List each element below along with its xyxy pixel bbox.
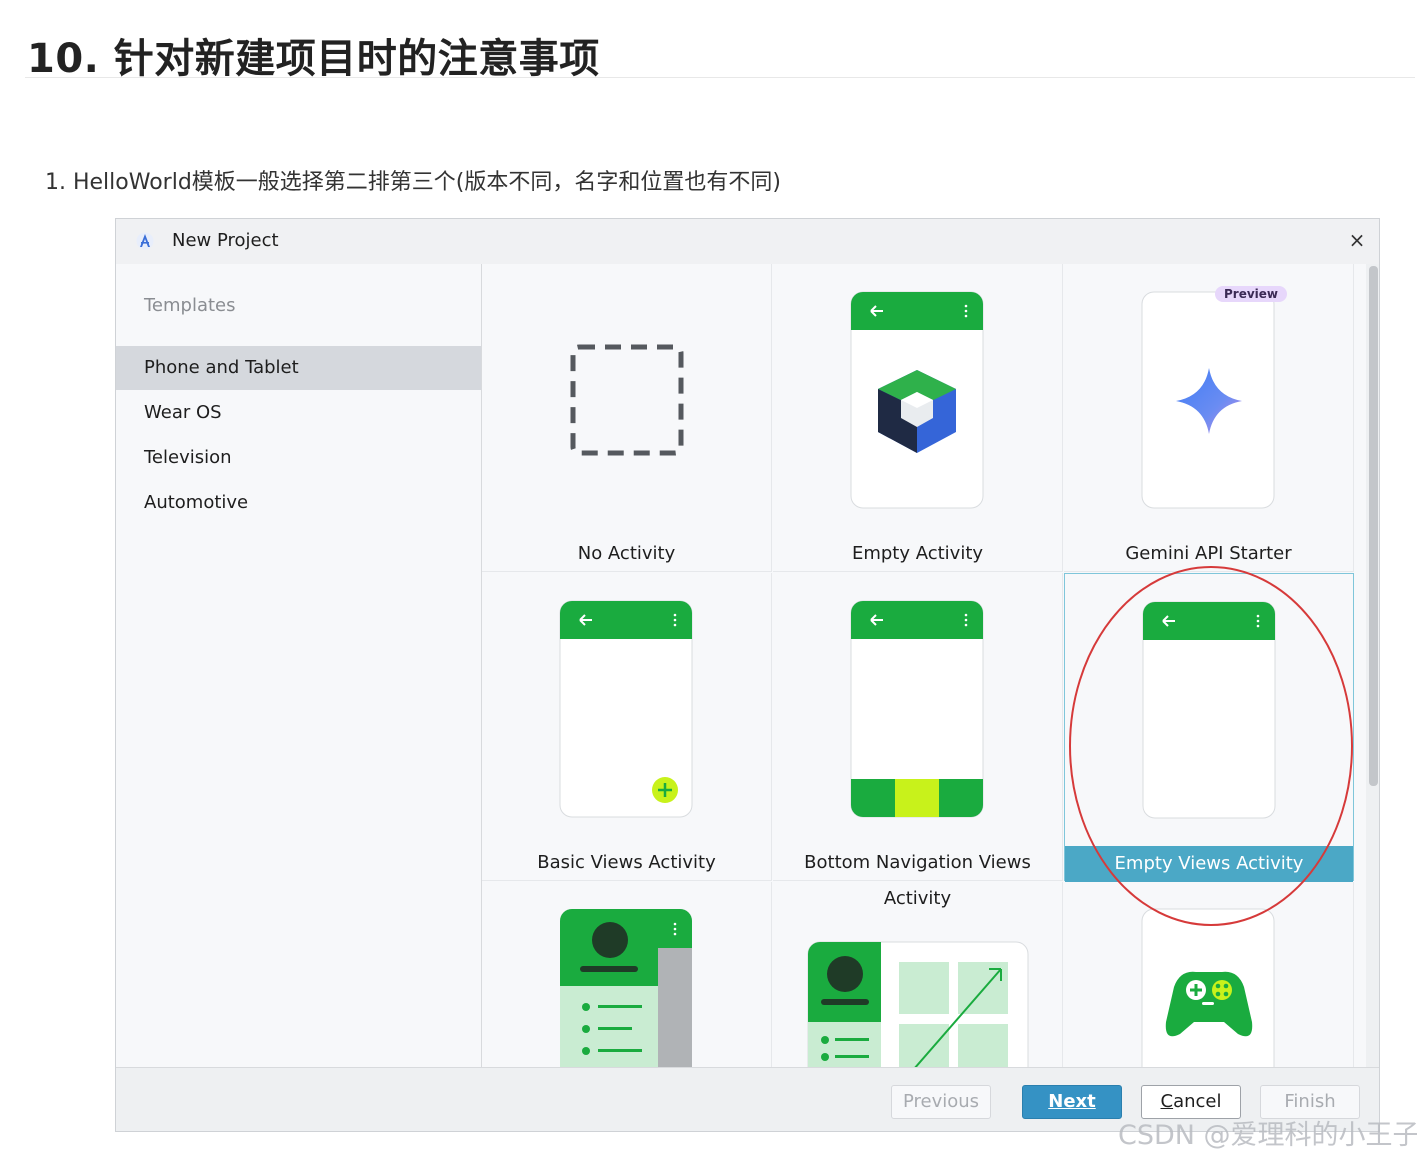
new-project-dialog: New Project × Templates Phone and Tablet… xyxy=(115,218,1380,1132)
template-responsive-views[interactable] xyxy=(773,882,1063,1067)
template-category-sidebar: Templates Phone and Tablet Wear OS Telev… xyxy=(116,264,482,1067)
phone-blank-icon xyxy=(1142,601,1276,819)
grid-scrollbar[interactable] xyxy=(1366,264,1379,1067)
cancel-label: ancel xyxy=(1173,1091,1222,1112)
template-no-activity[interactable]: No Activity xyxy=(482,264,772,572)
template-empty-views-activity[interactable]: Empty Views Activity xyxy=(1064,573,1354,882)
template-label: Empty Activity xyxy=(851,543,984,564)
sidebar-item-phone-and-tablet[interactable]: Phone and Tablet xyxy=(116,346,481,390)
article-heading: 10. 针对新建项目时的注意事项 xyxy=(27,36,600,82)
scrollbar-thumb[interactable] xyxy=(1369,266,1378,786)
master-detail-icon xyxy=(560,909,692,1067)
next-button[interactable]: Next xyxy=(1022,1085,1122,1119)
close-icon[interactable]: × xyxy=(1345,228,1369,252)
template-gemini-api-starter[interactable]: Preview Gemini API Starter xyxy=(1064,264,1354,572)
dashed-square-icon xyxy=(570,344,684,456)
preview-badge: Preview xyxy=(1215,286,1288,302)
dialog-titlebar: New Project × xyxy=(116,219,1379,265)
compose-cube-icon xyxy=(850,291,984,509)
previous-button[interactable]: Previous xyxy=(891,1085,991,1119)
clipped-text-line xyxy=(115,209,815,217)
template-label: Gemini API Starter xyxy=(1125,543,1292,564)
template-bottom-navigation-views-activity[interactable]: Bottom Navigation Views Activity xyxy=(773,573,1063,909)
heading-divider xyxy=(25,77,1415,78)
phone-bottom-nav-icon xyxy=(850,600,984,818)
sidebar-item-television[interactable]: Television xyxy=(116,436,481,480)
template-master-detail[interactable] xyxy=(482,882,772,1067)
template-empty-activity[interactable]: Empty Activity xyxy=(773,264,1063,572)
sidebar-header: Templates xyxy=(144,295,236,316)
android-studio-icon xyxy=(136,232,154,250)
sidebar-item-wear-os[interactable]: Wear OS xyxy=(116,391,481,435)
sidebar-item-automotive[interactable]: Automotive xyxy=(116,481,481,525)
game-controller-icon xyxy=(1141,908,1275,1067)
template-label: Empty Views Activity xyxy=(1065,846,1353,882)
phone-fab-icon xyxy=(559,600,693,818)
instruction-list-item: 1. HelloWorld模板一般选择第二排第三个(版本不同，名字和位置也有不同… xyxy=(45,170,781,195)
responsive-grid-icon xyxy=(807,941,1029,1067)
template-basic-views-activity[interactable]: Basic Views Activity xyxy=(482,573,772,881)
template-game-activity[interactable] xyxy=(1064,882,1354,1067)
gemini-sparkle-icon xyxy=(1141,291,1275,509)
template-label: Basic Views Activity xyxy=(537,852,716,873)
template-label: Bottom Navigation Views Activity xyxy=(804,852,1031,909)
cancel-mnemonic: C xyxy=(1160,1091,1174,1112)
template-grid: No Activity Empty Activity Preview Gemin… xyxy=(482,264,1366,1067)
csdn-watermark: CSDN @爱理科的小王子 xyxy=(1118,1120,1417,1151)
template-label: No Activity xyxy=(577,543,676,564)
dialog-title: New Project xyxy=(172,230,279,251)
